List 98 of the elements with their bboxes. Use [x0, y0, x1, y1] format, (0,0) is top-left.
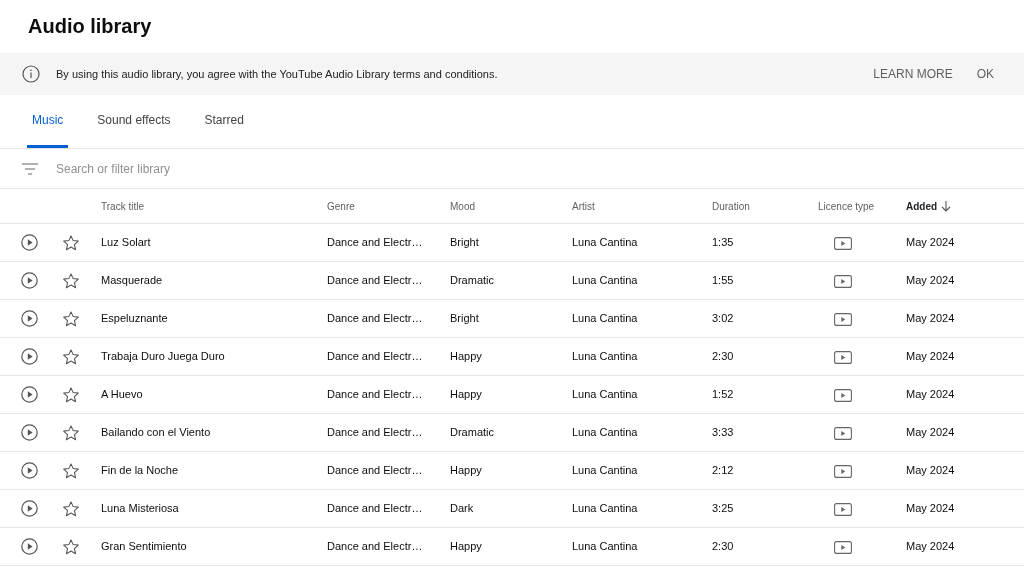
mood-cell-text: Happy [450, 463, 483, 479]
column-header[interactable]: Duration [712, 198, 818, 214]
artist-cell-text: Luna Cantina [572, 463, 639, 479]
mood-cell-text: Happy [450, 539, 483, 555]
ok-button[interactable]: OK [968, 61, 1002, 87]
added-cell-text: May 2024 [906, 501, 956, 517]
play-icon[interactable] [21, 538, 38, 555]
play-icon[interactable] [21, 348, 38, 365]
added-cell-text: May 2024 [906, 235, 956, 251]
play-icon[interactable] [21, 272, 38, 289]
genre-cell-text: Dance and Electr… [327, 539, 424, 555]
star-icon[interactable] [62, 309, 80, 328]
duration-cell-text: 2:30 [712, 539, 735, 555]
play-icon[interactable] [21, 500, 38, 517]
added-cell-text: May 2024 [906, 273, 956, 289]
duration-cell-text: 1:35 [712, 235, 735, 251]
added-cell-text: May 2024 [906, 463, 956, 479]
play-icon[interactable] [21, 424, 38, 441]
video-icon [834, 464, 852, 478]
star-icon[interactable] [62, 347, 80, 366]
artist-cell-text: Luna Cantina [572, 273, 639, 289]
mood-cell-text: Happy [450, 349, 483, 365]
star-icon[interactable] [62, 537, 80, 556]
genre-cell-text: Dance and Electr… [327, 273, 424, 289]
track-title[interactable]: Fin de la Noche [101, 462, 327, 479]
artist-cell-text: Luna Cantina [572, 311, 639, 327]
video-icon [834, 502, 852, 516]
column-header[interactable]: Track title [101, 198, 327, 214]
tab[interactable]: Starred [199, 95, 249, 148]
video-icon [834, 540, 852, 554]
video-icon [834, 350, 852, 364]
mood-cell-text: Bright [450, 235, 480, 251]
star-icon[interactable] [62, 385, 80, 404]
duration-cell-text: 2:12 [712, 463, 735, 479]
added-cell-text: May 2024 [906, 539, 956, 555]
tab[interactable]: Music [27, 95, 69, 148]
artist-cell-text: Luna Cantina [572, 425, 639, 441]
column-header[interactable]: Artist [572, 198, 712, 214]
added-cell-text: May 2024 [906, 425, 956, 441]
artist-cell-text: Luna Cantina [572, 539, 639, 555]
video-icon [834, 312, 852, 326]
page-title: Audio library [27, 14, 153, 39]
play-icon[interactable] [21, 462, 38, 479]
column-header[interactable]: Genre [327, 198, 450, 214]
genre-cell-text: Dance and Electr… [327, 463, 424, 479]
duration-cell-text: 1:55 [712, 273, 735, 289]
play-icon[interactable] [21, 386, 38, 403]
duration-cell-text: 2:30 [712, 349, 735, 365]
genre-cell-text: Dance and Electr… [327, 235, 424, 251]
info-icon [22, 65, 40, 83]
track-title[interactable]: Masquerade [101, 272, 327, 289]
search-field[interactable]: Search or filter library [54, 158, 1002, 179]
artist-cell-text: Luna Cantina [572, 501, 639, 517]
added-cell-text: May 2024 [906, 311, 956, 327]
track-title[interactable]: Espeluznante [101, 310, 327, 327]
star-icon[interactable] [62, 499, 80, 518]
mood-cell-text: Happy [450, 387, 483, 403]
track-title[interactable]: Luna Misteriosa [101, 500, 327, 517]
duration-cell-text: 3:02 [712, 311, 735, 327]
track-title[interactable]: Luz Solart [101, 234, 327, 251]
mood-cell-text: Dramatic [450, 425, 495, 441]
star-icon[interactable] [62, 233, 80, 252]
video-icon [834, 426, 852, 440]
column-header[interactable]: Mood [450, 198, 572, 214]
star-icon[interactable] [62, 271, 80, 290]
tab[interactable]: Sound effects [92, 95, 176, 148]
mood-cell-text: Dark [450, 501, 475, 517]
mood-cell-text: Bright [450, 311, 480, 327]
duration-cell-text: 3:25 [712, 501, 735, 517]
column-header[interactable]: Added [906, 198, 938, 214]
genre-cell-text: Dance and Electr… [327, 311, 424, 327]
genre-cell-text: Dance and Electr… [327, 501, 424, 517]
duration-cell-text: 3:33 [712, 425, 735, 441]
video-icon [834, 236, 852, 250]
star-icon[interactable] [62, 461, 80, 480]
play-icon[interactable] [21, 234, 38, 251]
track-title[interactable]: Gran Sentimiento [101, 538, 327, 555]
genre-cell-text: Dance and Electr… [327, 349, 424, 365]
column-header[interactable]: Licence type [818, 198, 906, 214]
mood-cell-text: Dramatic [450, 273, 495, 289]
video-icon [834, 274, 852, 288]
genre-cell-text: Dance and Electr… [327, 425, 424, 441]
learn-more-button[interactable]: LEARN MORE [865, 61, 961, 87]
sort-arrow-icon[interactable] [941, 200, 952, 212]
duration-cell-text: 1:52 [712, 387, 735, 403]
video-icon [834, 388, 852, 402]
track-title[interactable]: Bailando con el Viento [101, 424, 327, 441]
added-cell-text: May 2024 [906, 349, 956, 365]
track-title[interactable]: A Huevo [101, 386, 327, 403]
notice-text: By using this audio library, you agree with the YouTube Audio Library terms and conditions. [56, 66, 499, 82]
artist-cell-text: Luna Cantina [572, 235, 639, 251]
star-icon[interactable] [62, 423, 80, 442]
genre-cell-text: Dance and Electr… [327, 387, 424, 403]
artist-cell-text: Luna Cantina [572, 349, 639, 365]
added-cell-text: May 2024 [906, 387, 956, 403]
artist-cell-text: Luna Cantina [572, 387, 639, 403]
track-title[interactable]: Trabaja Duro Juega Duro [101, 348, 327, 365]
play-icon[interactable] [21, 310, 38, 327]
